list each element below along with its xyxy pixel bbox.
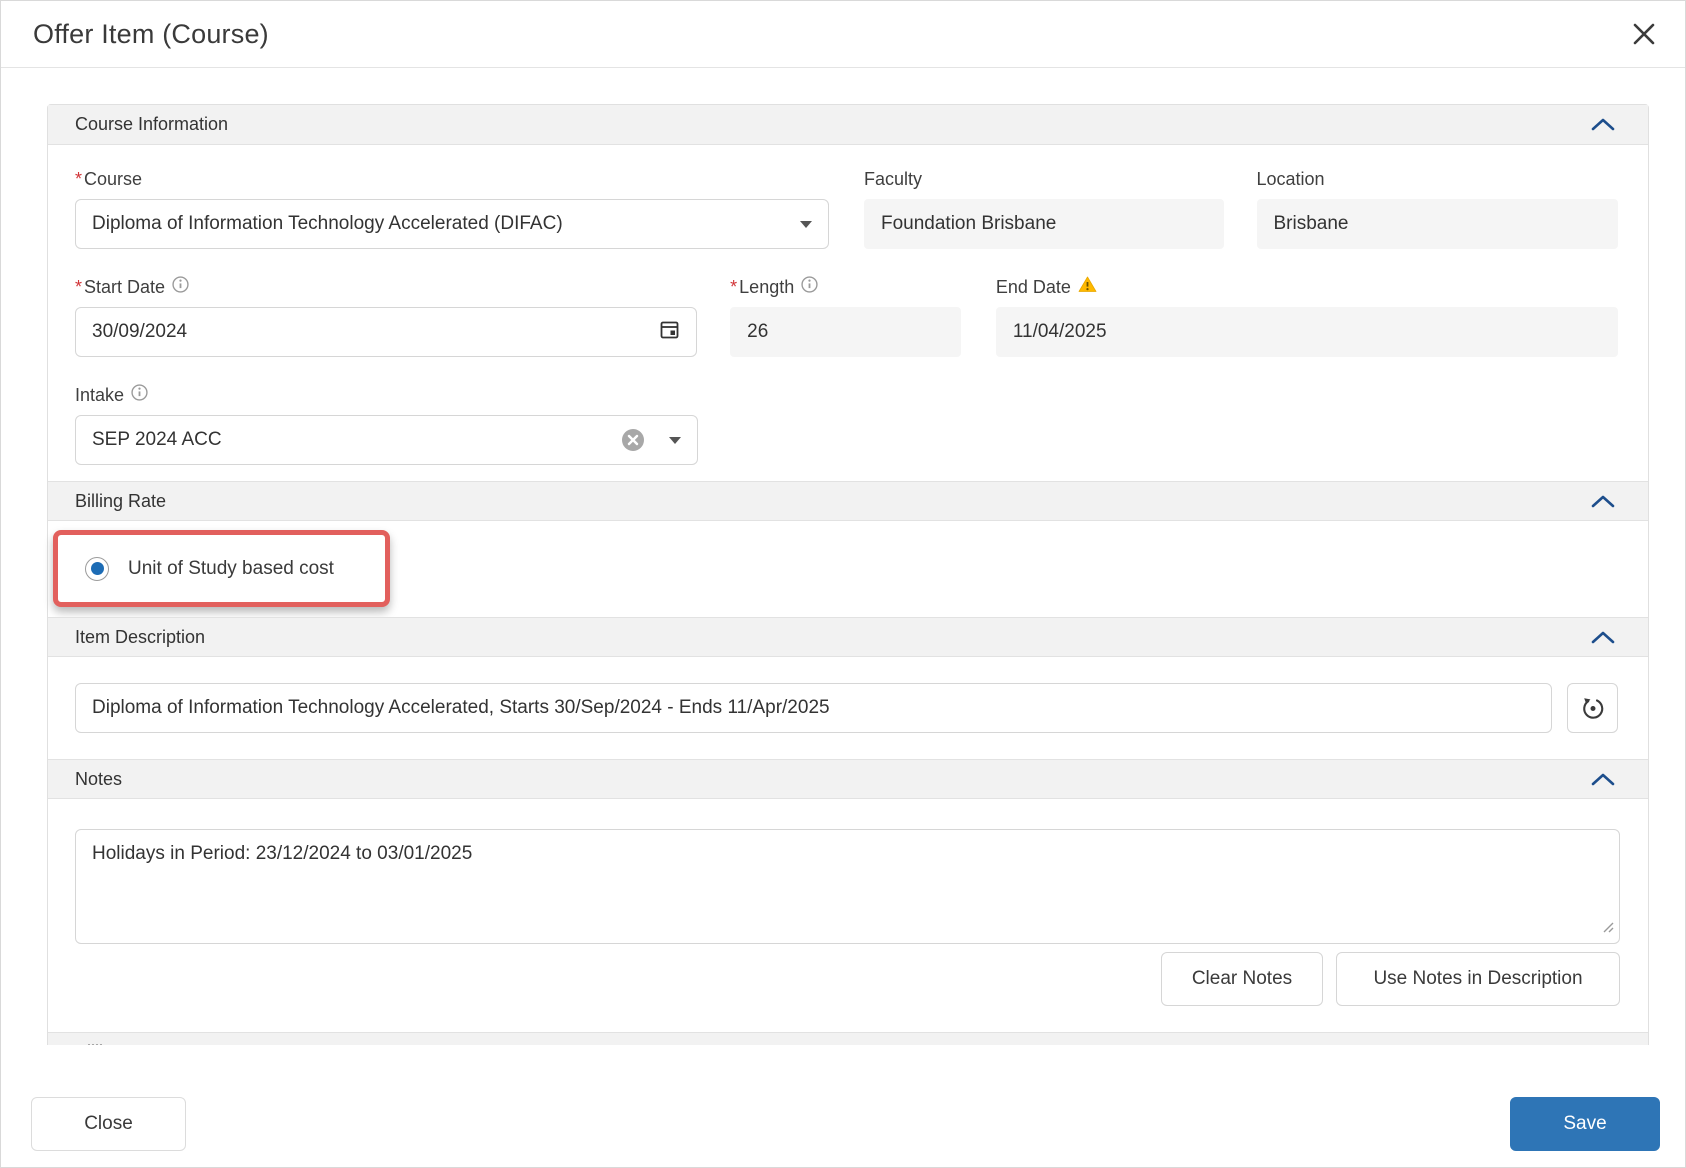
accordion-panel: Course Information * Course Diploma of In… [47,104,1649,1045]
location-field: Brisbane [1256,199,1619,249]
chevron-up-icon[interactable] [1591,118,1615,131]
length-field: 26 [730,307,961,357]
start-date-input[interactable]: 30/09/2024 [75,307,698,357]
clear-notes-button[interactable]: Clear Notes [1161,952,1323,1006]
item-description-content: Diploma of Information Technology Accele… [48,657,1648,759]
item-description-value: Diploma of Information Technology Accele… [92,697,830,718]
faculty-label: Faculty [863,168,923,189]
modal-body: Course Information * Course Diploma of In… [1,68,1685,1045]
intake-label: Intake [75,383,698,407]
intake-select[interactable]: SEP 2024 ACC [75,415,698,465]
modal-header: Offer Item (Course) [1,1,1685,68]
chevron-up-icon[interactable] [1591,773,1615,786]
length-label: * Length [730,275,961,299]
start-date-label: * Start Date [75,275,697,299]
course-value: Diploma of Information Technology Accele… [92,213,563,234]
notes-content: Holidays in Period: 23/12/2024 to 03/01/… [48,799,1648,1032]
section-title: Item Description [75,626,206,647]
save-button[interactable]: Save [1510,1097,1660,1151]
length-value: 26 [747,321,769,342]
section-title: Notes [75,768,123,789]
item-description-input[interactable]: Diploma of Information Technology Accele… [75,683,1553,733]
restore-icon [1582,698,1603,719]
intake-value: SEP 2024 ACC [92,429,222,450]
faculty-value: Foundation Brisbane [880,213,1057,234]
modal-title: Offer Item (Course) [33,18,269,49]
location-value: Brisbane [1273,213,1349,234]
section-title: Course Information [75,114,229,134]
offer-item-modal: Offer Item (Course) Course Information *… [0,0,1686,1168]
course-select[interactable]: Diploma of Information Technology Accele… [75,199,829,249]
close-button[interactable]: Close [31,1097,186,1151]
radio-dot [90,562,104,575]
clear-icon[interactable] [621,428,645,452]
billing-rate-content: Unit of Study based cost [48,521,1648,617]
required-asterisk: * [75,276,83,297]
section-header-notes[interactable]: Notes [48,759,1648,799]
section-header-item-description[interactable]: Item Description [48,617,1648,657]
course-information-content: * Course Diploma of Information Technolog… [48,145,1648,481]
required-asterisk: * [75,168,83,189]
unit-of-study-radio[interactable] [85,556,109,581]
info-icon [801,276,818,298]
restore-description-button[interactable] [1567,683,1618,733]
end-date-label: End Date [996,275,1618,299]
chevron-down-icon [799,220,812,228]
use-notes-in-description-button[interactable]: Use Notes in Description [1336,952,1620,1006]
faculty-field: Foundation Brisbane [863,199,1224,249]
end-date-field: 11/04/2025 [995,307,1618,357]
close-icon[interactable] [1627,17,1661,51]
section-header-billing-amount[interactable]: Billing Amount [48,1032,1648,1045]
chevron-down-icon[interactable] [669,436,681,444]
section-header-billing-rate[interactable]: Billing Rate [48,481,1648,521]
calendar-icon[interactable] [659,319,680,346]
section-title: Billing Rate [75,490,167,511]
location-label: Location [1256,168,1325,189]
warning-icon [1078,276,1097,298]
start-date-value: 30/09/2024 [92,321,188,342]
unit-of-study-radio-label[interactable]: Unit of Study based cost [128,558,334,580]
required-asterisk: * [730,276,738,297]
end-date-value: 11/04/2025 [1012,321,1107,342]
info-icon [172,276,189,298]
chevron-up-icon[interactable] [1591,631,1615,644]
section-header-course-information[interactable]: Course Information [48,105,1648,145]
info-icon [131,384,148,406]
notes-textarea[interactable]: Holidays in Period: 23/12/2024 to 03/01/… [75,829,1620,944]
red-highlight-annotation: Unit of Study based cost [53,530,390,607]
course-label: * Course [75,168,143,189]
chevron-up-icon[interactable] [1591,495,1615,508]
modal-footer: Close Save [1,1045,1685,1167]
